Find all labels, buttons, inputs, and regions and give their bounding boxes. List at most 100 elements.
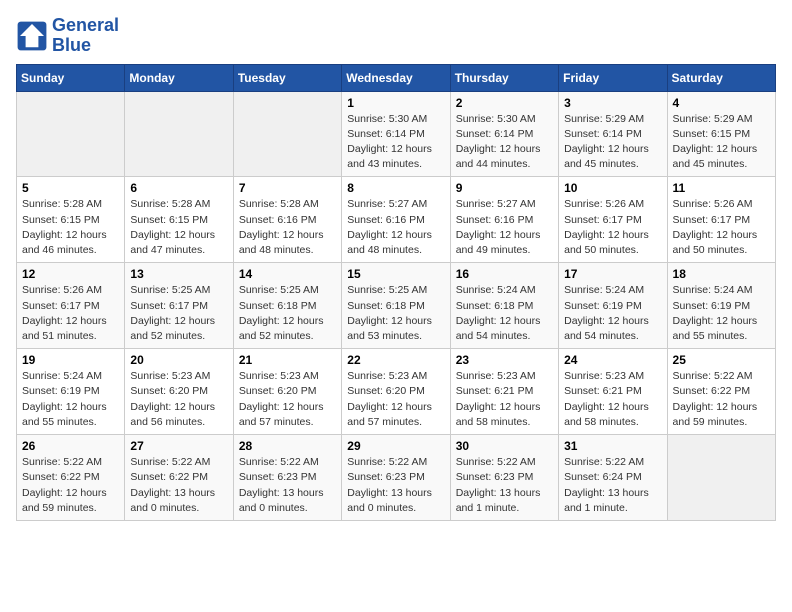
calendar-cell xyxy=(233,91,341,177)
calendar-cell: 2Sunrise: 5:30 AM Sunset: 6:14 PM Daylig… xyxy=(450,91,558,177)
day-number: 13 xyxy=(130,267,227,281)
calendar-cell: 28Sunrise: 5:22 AM Sunset: 6:23 PM Dayli… xyxy=(233,435,341,521)
calendar-cell: 6 Sunrise: 5:28 AM Sunset: 6:15 PM Daylig… xyxy=(125,177,233,263)
day-number: 7 xyxy=(239,181,336,195)
day-info: Sunrise: 5:25 AM Sunset: 6:18 PM Dayligh… xyxy=(347,283,444,344)
day-info: Sunrise: 5:23 AM Sunset: 6:20 PM Dayligh… xyxy=(130,369,227,430)
day-info: Sunrise: 5:29 AM Sunset: 6:15 PM Dayligh… xyxy=(673,112,770,173)
calendar-cell: 24 Sunrise: 5:23 AM Sunset: 6:21 PM Dayli… xyxy=(559,349,667,435)
day-header-tuesday: Tuesday xyxy=(233,64,341,91)
day-info: Sunrise: 5:22 AM Sunset: 6:23 PM Dayligh… xyxy=(456,455,553,516)
day-number: 12 xyxy=(22,267,119,281)
week-row-1: 1 Sunrise: 5:30 AM Sunset: 6:14 PM Daylig… xyxy=(17,91,776,177)
day-number: 23 xyxy=(456,353,553,367)
calendar-cell: 31 Sunrise: 5:22 AM Sunset: 6:24 PM Dayli… xyxy=(559,435,667,521)
day-number: 5 xyxy=(22,181,119,195)
calendar-cell: 7Sunrise: 5:28 AM Sunset: 6:16 PM Daylig… xyxy=(233,177,341,263)
day-number: 17 xyxy=(564,267,661,281)
day-number: 30 xyxy=(456,439,553,453)
day-number: 10 xyxy=(564,181,661,195)
day-number: 16 xyxy=(456,267,553,281)
day-info: Sunrise: 5:22 AM Sunset: 6:22 PM Dayligh… xyxy=(673,369,770,430)
calendar-cell: 12 Sunrise: 5:26 AM Sunset: 6:17 PM Dayli… xyxy=(17,263,125,349)
calendar-cell: 5 Sunrise: 5:28 AM Sunset: 6:15 PM Daylig… xyxy=(17,177,125,263)
day-number: 26 xyxy=(22,439,119,453)
day-info: Sunrise: 5:22 AM Sunset: 6:22 PM Dayligh… xyxy=(22,455,119,516)
calendar-cell: 16 Sunrise: 5:24 AM Sunset: 6:18 PM Dayli… xyxy=(450,263,558,349)
page-header: General Blue xyxy=(16,16,776,56)
calendar-cell: 26 Sunrise: 5:22 AM Sunset: 6:22 PM Dayli… xyxy=(17,435,125,521)
day-info: Sunrise: 5:29 AM Sunset: 6:14 PM Dayligh… xyxy=(564,112,661,173)
calendar-cell: 10 Sunrise: 5:26 AM Sunset: 6:17 PM Dayli… xyxy=(559,177,667,263)
day-info: Sunrise: 5:24 AM Sunset: 6:19 PM Dayligh… xyxy=(564,283,661,344)
day-info: Sunrise: 5:23 AM Sunset: 6:20 PM Dayligh… xyxy=(239,369,336,430)
day-number: 4 xyxy=(673,96,770,110)
day-info: Sunrise: 5:25 AM Sunset: 6:18 PM Dayligh… xyxy=(239,283,336,344)
calendar-cell: 19 Sunrise: 5:24 AM Sunset: 6:19 PM Dayli… xyxy=(17,349,125,435)
day-number: 22 xyxy=(347,353,444,367)
day-info: Sunrise: 5:26 AM Sunset: 6:17 PM Dayligh… xyxy=(564,197,661,258)
calendar-cell: 11 Sunrise: 5:26 AM Sunset: 6:17 PM Dayli… xyxy=(667,177,775,263)
calendar-table: SundayMondayTuesdayWednesdayThursdayFrid… xyxy=(16,64,776,521)
day-info: Sunrise: 5:22 AM Sunset: 6:24 PM Dayligh… xyxy=(564,455,661,516)
calendar-cell: 3 Sunrise: 5:29 AM Sunset: 6:14 PM Daylig… xyxy=(559,91,667,177)
calendar-cell xyxy=(667,435,775,521)
calendar-cell: 17 Sunrise: 5:24 AM Sunset: 6:19 PM Dayli… xyxy=(559,263,667,349)
day-info: Sunrise: 5:23 AM Sunset: 6:20 PM Dayligh… xyxy=(347,369,444,430)
calendar-cell: 18Sunrise: 5:24 AM Sunset: 6:19 PM Dayli… xyxy=(667,263,775,349)
calendar-cell: 8 Sunrise: 5:27 AM Sunset: 6:16 PM Daylig… xyxy=(342,177,450,263)
logo-text: General Blue xyxy=(52,16,119,56)
calendar-cell: 29Sunrise: 5:22 AM Sunset: 6:23 PM Dayli… xyxy=(342,435,450,521)
day-number: 24 xyxy=(564,353,661,367)
day-number: 6 xyxy=(130,181,227,195)
day-number: 20 xyxy=(130,353,227,367)
week-row-4: 19 Sunrise: 5:24 AM Sunset: 6:19 PM Dayli… xyxy=(17,349,776,435)
day-info: Sunrise: 5:24 AM Sunset: 6:19 PM Dayligh… xyxy=(673,283,770,344)
calendar-cell: 20 Sunrise: 5:23 AM Sunset: 6:20 PM Dayli… xyxy=(125,349,233,435)
day-info: Sunrise: 5:28 AM Sunset: 6:15 PM Dayligh… xyxy=(22,197,119,258)
day-number: 1 xyxy=(347,96,444,110)
day-number: 2 xyxy=(456,96,553,110)
calendar-cell: 1 Sunrise: 5:30 AM Sunset: 6:14 PM Daylig… xyxy=(342,91,450,177)
day-number: 3 xyxy=(564,96,661,110)
calendar-body: 1 Sunrise: 5:30 AM Sunset: 6:14 PM Daylig… xyxy=(17,91,776,520)
day-header-sunday: Sunday xyxy=(17,64,125,91)
week-row-2: 5 Sunrise: 5:28 AM Sunset: 6:15 PM Daylig… xyxy=(17,177,776,263)
day-info: Sunrise: 5:27 AM Sunset: 6:16 PM Dayligh… xyxy=(347,197,444,258)
day-number: 8 xyxy=(347,181,444,195)
day-number: 25 xyxy=(673,353,770,367)
day-number: 21 xyxy=(239,353,336,367)
day-info: Sunrise: 5:23 AM Sunset: 6:21 PM Dayligh… xyxy=(564,369,661,430)
calendar-cell: 21 Sunrise: 5:23 AM Sunset: 6:20 PM Dayli… xyxy=(233,349,341,435)
calendar-cell xyxy=(125,91,233,177)
logo: General Blue xyxy=(16,16,119,56)
day-header-friday: Friday xyxy=(559,64,667,91)
calendar-cell: 15 Sunrise: 5:25 AM Sunset: 6:18 PM Dayli… xyxy=(342,263,450,349)
calendar-cell: 9Sunrise: 5:27 AM Sunset: 6:16 PM Daylig… xyxy=(450,177,558,263)
calendar-cell: 22 Sunrise: 5:23 AM Sunset: 6:20 PM Dayli… xyxy=(342,349,450,435)
day-info: Sunrise: 5:30 AM Sunset: 6:14 PM Dayligh… xyxy=(347,112,444,173)
day-header-saturday: Saturday xyxy=(667,64,775,91)
week-row-5: 26 Sunrise: 5:22 AM Sunset: 6:22 PM Dayli… xyxy=(17,435,776,521)
day-header-monday: Monday xyxy=(125,64,233,91)
calendar-cell: 14Sunrise: 5:25 AM Sunset: 6:18 PM Dayli… xyxy=(233,263,341,349)
day-number: 15 xyxy=(347,267,444,281)
day-info: Sunrise: 5:24 AM Sunset: 6:19 PM Dayligh… xyxy=(22,369,119,430)
day-number: 31 xyxy=(564,439,661,453)
calendar-cell: 25 Sunrise: 5:22 AM Sunset: 6:22 PM Dayli… xyxy=(667,349,775,435)
day-number: 11 xyxy=(673,181,770,195)
day-info: Sunrise: 5:24 AM Sunset: 6:18 PM Dayligh… xyxy=(456,283,553,344)
calendar-cell: 13 Sunrise: 5:25 AM Sunset: 6:17 PM Dayli… xyxy=(125,263,233,349)
day-info: Sunrise: 5:26 AM Sunset: 6:17 PM Dayligh… xyxy=(673,197,770,258)
day-info: Sunrise: 5:25 AM Sunset: 6:17 PM Dayligh… xyxy=(130,283,227,344)
day-header-thursday: Thursday xyxy=(450,64,558,91)
day-number: 19 xyxy=(22,353,119,367)
day-number: 29 xyxy=(347,439,444,453)
calendar-cell: 4 Sunrise: 5:29 AM Sunset: 6:15 PM Daylig… xyxy=(667,91,775,177)
day-info: Sunrise: 5:28 AM Sunset: 6:15 PM Dayligh… xyxy=(130,197,227,258)
calendar-cell xyxy=(17,91,125,177)
calendar-cell: 27Sunrise: 5:22 AM Sunset: 6:22 PM Dayli… xyxy=(125,435,233,521)
day-number: 9 xyxy=(456,181,553,195)
day-info: Sunrise: 5:26 AM Sunset: 6:17 PM Dayligh… xyxy=(22,283,119,344)
logo-icon xyxy=(16,20,48,52)
